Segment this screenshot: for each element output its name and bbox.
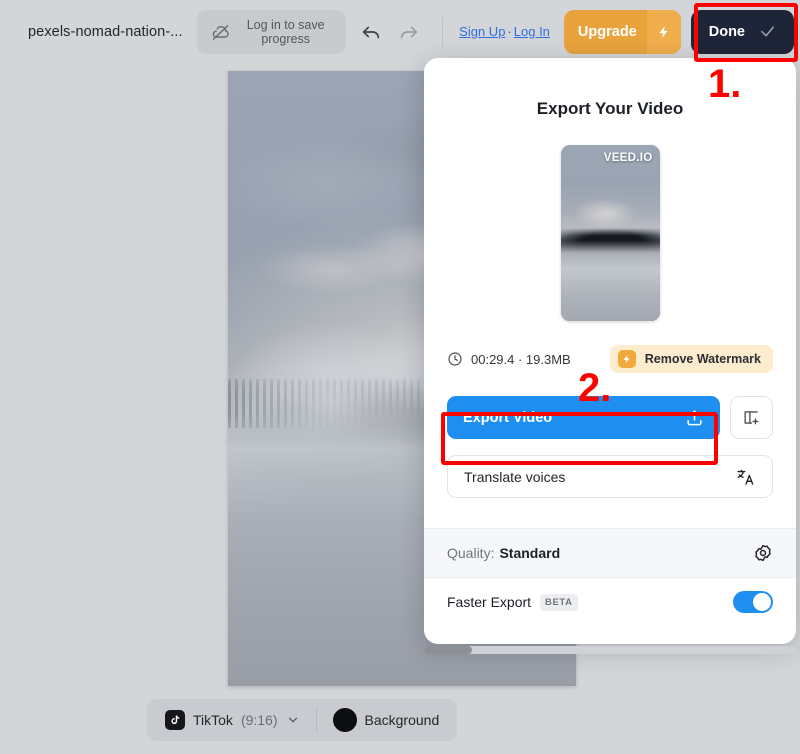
clock-icon — [447, 351, 463, 367]
quality-label: Quality: — [447, 545, 495, 561]
background-color-swatch — [332, 708, 357, 732]
tiktok-icon — [165, 710, 185, 730]
auth-links: Sign Up · Log In — [459, 24, 550, 39]
check-icon — [759, 23, 776, 40]
gear-icon[interactable] — [753, 543, 773, 563]
quality-value: Standard — [499, 545, 561, 561]
done-button-wrapper: Done — [690, 9, 794, 54]
lightning-bolt-icon — [646, 9, 681, 54]
export-video-button[interactable]: Export Video — [447, 396, 720, 439]
undo-button[interactable] — [354, 15, 388, 49]
export-panel: Export Your Video VEED.IO 00:29.4 · 19.3… — [424, 58, 796, 644]
chevron-down-icon — [286, 713, 300, 727]
export-action-row: Export Video — [424, 396, 796, 439]
translate-voices-label: Translate voices — [464, 468, 566, 485]
beta-badge: BETA — [540, 593, 578, 611]
auth-separator: · — [507, 24, 512, 39]
export-panel-title: Export Your Video — [536, 99, 684, 118]
bottom-bar-divider — [315, 707, 317, 733]
log-in-link[interactable]: Log In — [514, 24, 550, 39]
aspect-ratio-selector[interactable]: TikTok (9:16) — [153, 703, 312, 737]
add-layout-icon — [742, 408, 761, 427]
toolbar-right-group: Sign Up · Log In Upgrade Done — [459, 0, 800, 63]
cloud-off-icon — [211, 22, 231, 42]
done-label: Done — [708, 23, 745, 40]
remove-watermark-button[interactable]: Remove Watermark — [609, 345, 773, 373]
duration-size-label: 00:29.4 · 19.3MB — [471, 351, 571, 367]
upgrade-button[interactable]: Upgrade — [563, 9, 681, 54]
done-button[interactable]: Done — [690, 9, 794, 54]
veed-watermark: VEED.IO — [603, 152, 653, 164]
translate-voices-button[interactable]: Translate voices — [447, 455, 773, 498]
login-to-save-label: Log in to save progress — [246, 17, 325, 46]
aspect-ratio-value: (9:16) — [240, 712, 278, 728]
thumbnail-fog — [560, 240, 660, 321]
thumbnail-wrapper: VEED.IO — [424, 145, 796, 321]
aspect-ratio-label: TikTok — [193, 712, 233, 728]
veed-editor-screen: pexels-nomad-nation-... Log in to save p… — [0, 0, 800, 754]
video-thumbnail: VEED.IO — [560, 145, 660, 321]
quality-setting-row[interactable]: Quality: Standard — [424, 528, 796, 577]
lightning-bolt-icon — [617, 350, 636, 368]
duration-size-group: 00:29.4 · 19.3MB — [447, 351, 571, 367]
upload-icon — [685, 408, 704, 427]
top-toolbar: pexels-nomad-nation-... Log in to save p… — [0, 0, 800, 63]
horizontal-scrollbar[interactable] — [424, 646, 796, 654]
add-layout-button[interactable] — [730, 396, 773, 439]
faster-export-toggle[interactable] — [733, 591, 773, 613]
sign-up-link[interactable]: Sign Up — [459, 24, 505, 39]
upgrade-label: Upgrade — [577, 23, 637, 40]
canvas-bottom-bar: TikTok (9:16) Background — [147, 699, 458, 741]
faster-export-label: Faster Export — [447, 594, 532, 610]
login-to-save-button[interactable]: Log in to save progress — [196, 9, 346, 54]
translate-icon — [736, 467, 756, 487]
toggle-knob — [753, 593, 771, 611]
redo-button[interactable] — [392, 15, 426, 49]
background-selector[interactable]: Background — [321, 703, 452, 737]
history-controls — [354, 15, 426, 49]
export-meta-row: 00:29.4 · 19.3MB Remove Watermark — [424, 345, 796, 373]
project-title: pexels-nomad-nation-... — [28, 23, 183, 40]
background-label: Background — [364, 712, 440, 728]
export-video-label: Export Video — [463, 409, 553, 426]
remove-watermark-label: Remove Watermark — [644, 352, 761, 366]
toolbar-divider — [441, 16, 443, 47]
scrollbar-thumb[interactable] — [424, 646, 472, 654]
faster-export-row: Faster Export BETA — [424, 577, 796, 626]
